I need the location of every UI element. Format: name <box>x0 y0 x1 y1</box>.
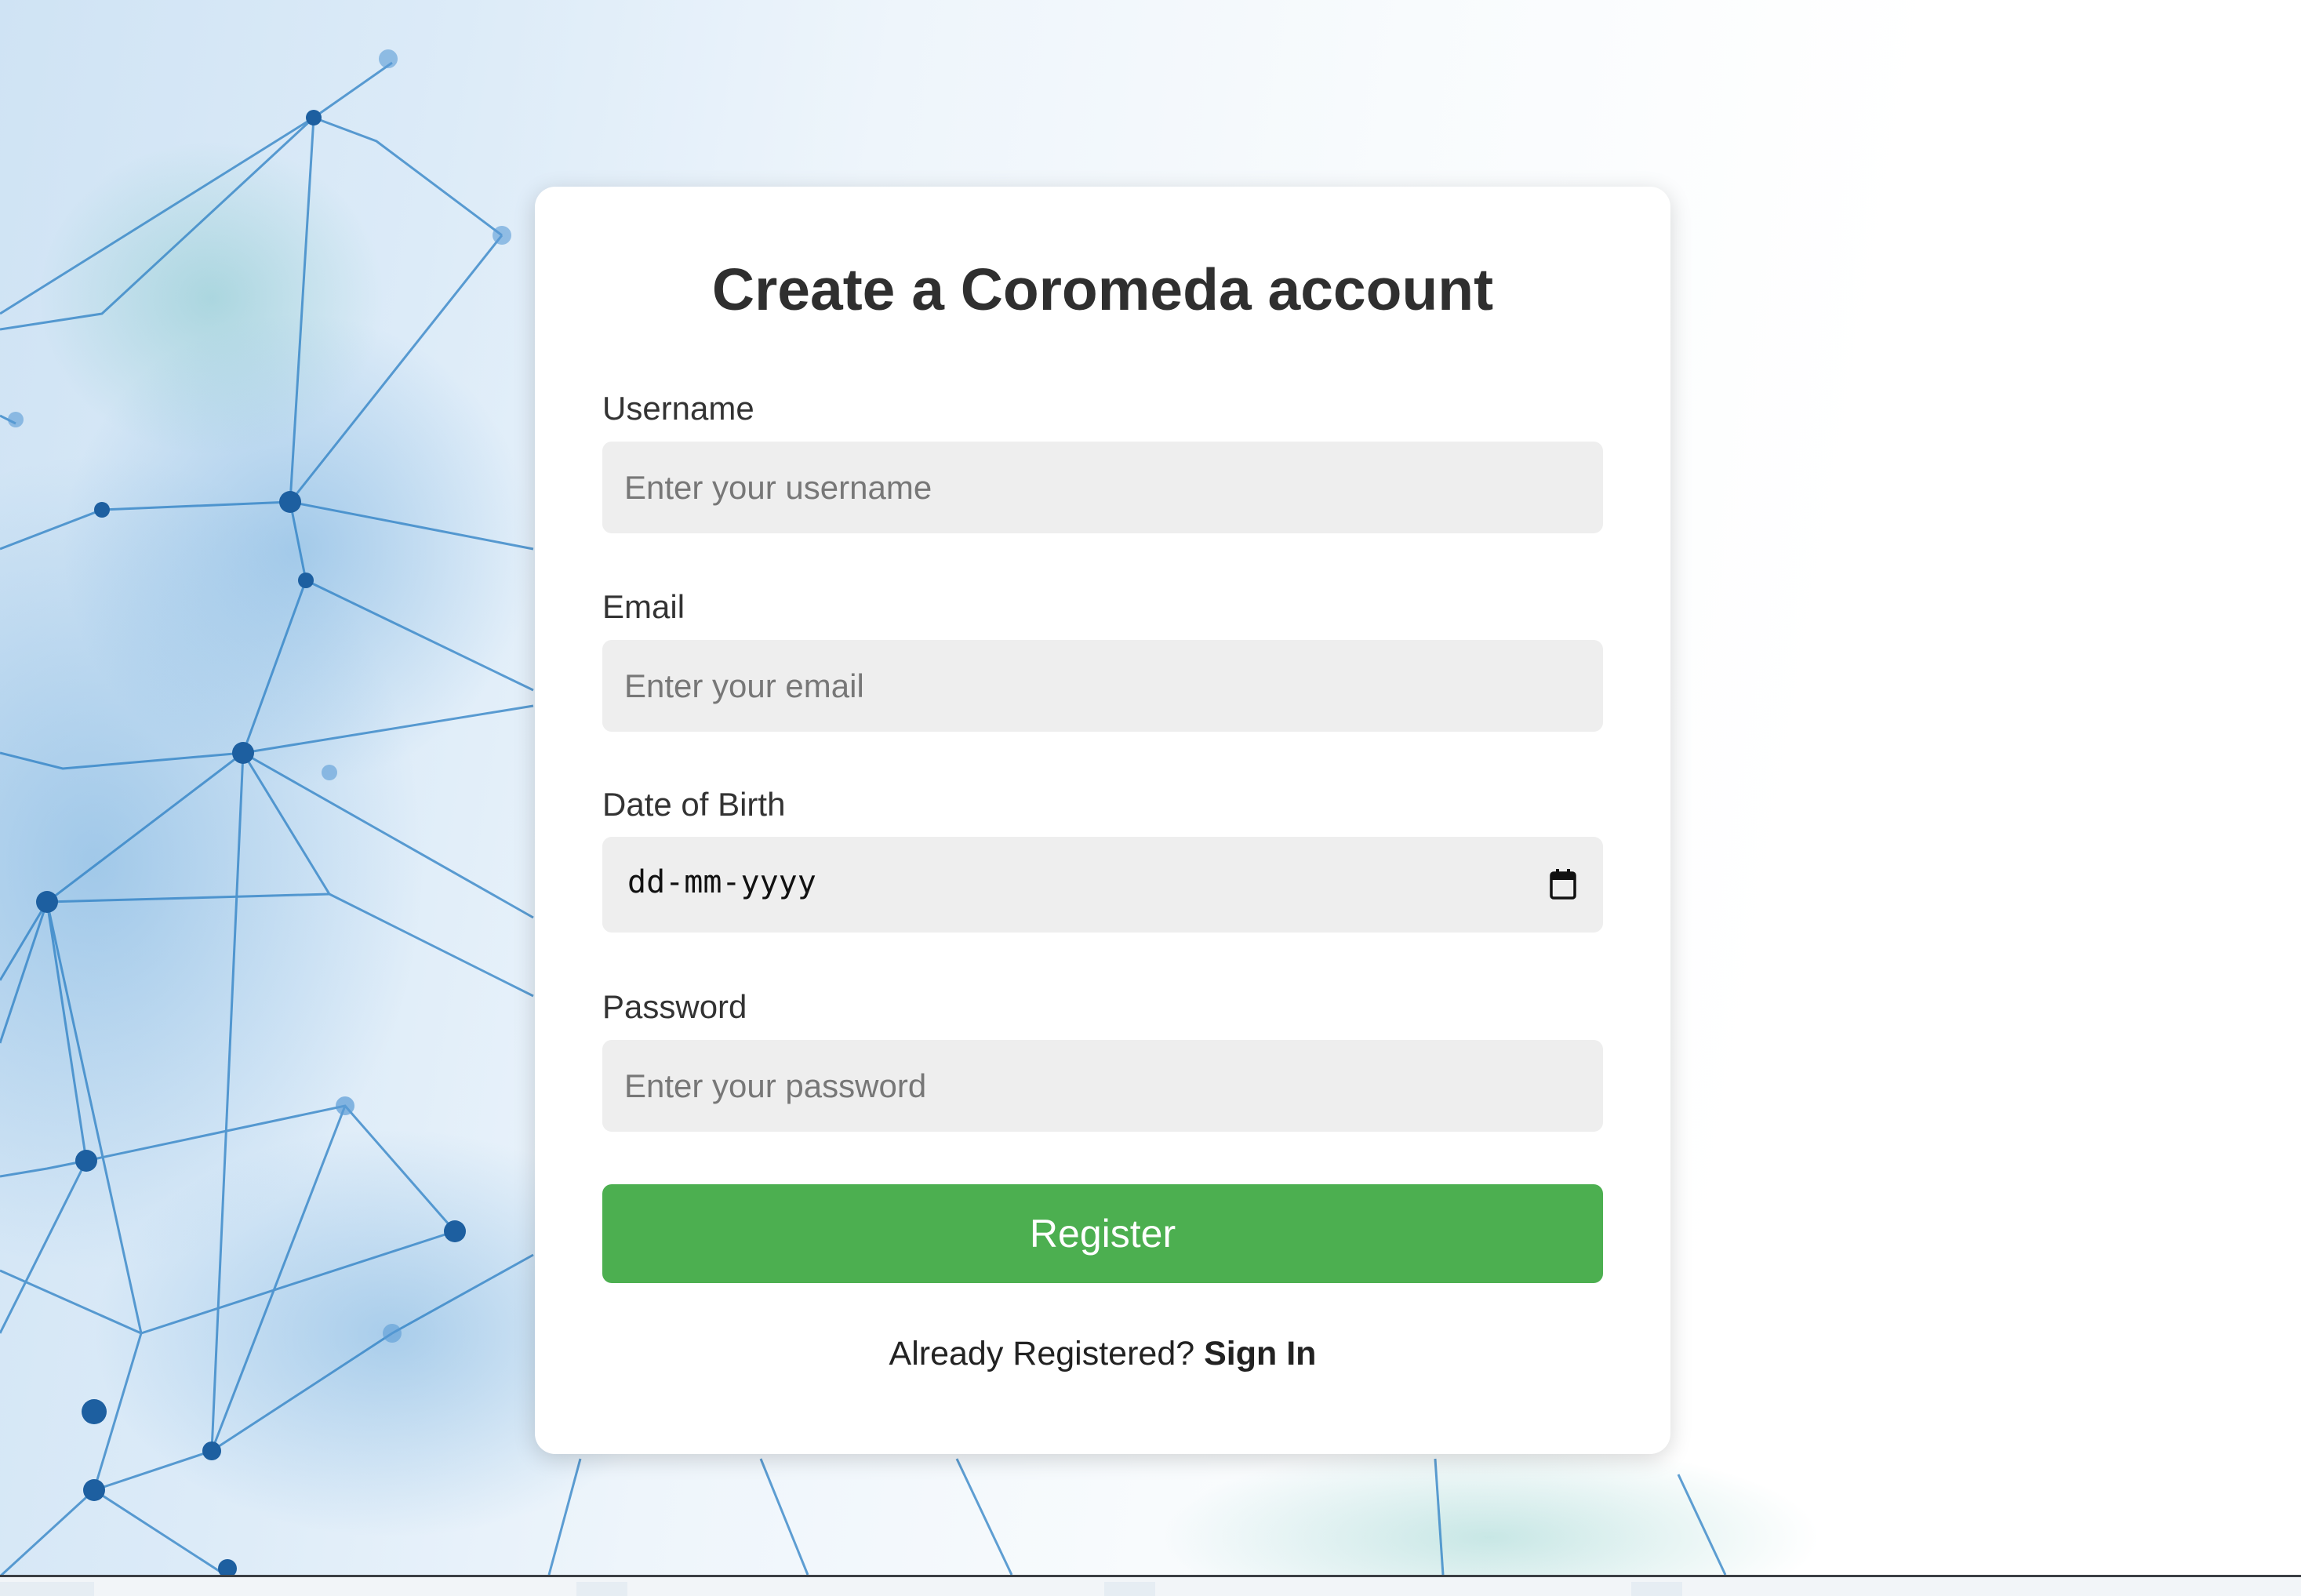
strip-segment <box>1104 1582 1155 1596</box>
password-input[interactable] <box>602 1040 1603 1132</box>
strip-segment <box>1631 1582 1682 1596</box>
page-background: Create a Coromeda account Username Email… <box>0 0 2301 1596</box>
signin-prompt: Already Registered? Sign In <box>535 1337 1670 1371</box>
dob-input[interactable]: dd-mm-yyyy <box>602 837 1603 933</box>
password-label: Password <box>602 988 747 1025</box>
strip-segment <box>576 1582 627 1596</box>
form-title: Create a Coromeda account <box>711 256 1494 322</box>
email-input[interactable] <box>602 640 1603 732</box>
username-label: Username <box>602 390 754 427</box>
strip-segment <box>0 1582 94 1596</box>
bottom-edge-strip <box>0 1575 2301 1596</box>
username-input[interactable] <box>602 442 1603 533</box>
calendar-icon[interactable] <box>1550 868 1576 900</box>
dob-placeholder: dd-mm-yyyy <box>627 864 816 900</box>
register-button[interactable]: Register <box>602 1184 1603 1283</box>
signin-link[interactable]: Sign In <box>1204 1335 1316 1372</box>
email-label: Email <box>602 588 685 625</box>
dob-label: Date of Birth <box>602 786 786 823</box>
register-form-card: Create a Coromeda account Username Email… <box>535 187 1670 1454</box>
already-registered-text: Already Registered? <box>889 1335 1205 1372</box>
